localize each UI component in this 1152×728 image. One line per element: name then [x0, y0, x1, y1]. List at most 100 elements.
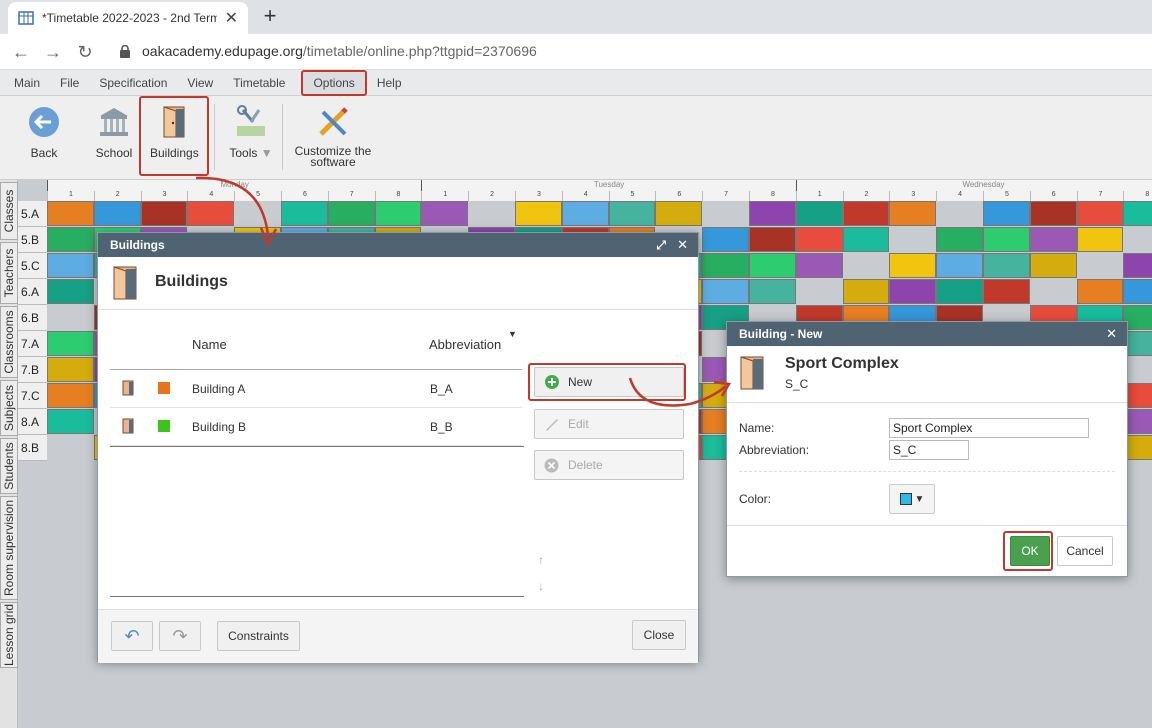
color-picker[interactable]: ▼	[889, 484, 935, 514]
lesson-cell[interactable]	[936, 253, 983, 278]
lesson-cell[interactable]	[983, 253, 1030, 278]
sidetab-students[interactable]: Students	[0, 438, 18, 494]
lesson-cell[interactable]	[889, 201, 937, 226]
lesson-cell[interactable]	[702, 279, 749, 304]
tools-button[interactable]: Tools ▼	[226, 100, 276, 160]
abbreviation-field[interactable]: S_C	[889, 440, 969, 460]
lesson-cell[interactable]	[702, 227, 749, 252]
sidetab-subjects[interactable]: Subjects	[0, 380, 18, 436]
redo-button[interactable]: ↷	[159, 621, 201, 651]
menu-main[interactable]: Main	[4, 70, 50, 96]
lesson-cell[interactable]	[983, 201, 1030, 226]
lesson-cell[interactable]	[561, 201, 609, 226]
close-icon[interactable]: ✕	[677, 233, 688, 257]
lesson-cell[interactable]	[47, 279, 94, 304]
table-row[interactable]: Building A B_A	[110, 370, 522, 408]
sort-arrow-icon[interactable]: ▼	[508, 329, 517, 339]
lesson-cell[interactable]	[1123, 253, 1152, 278]
lesson-cell[interactable]	[1029, 253, 1077, 278]
lesson-cell[interactable]	[842, 227, 890, 252]
edit-button[interactable]: Edit	[534, 409, 684, 439]
lesson-cell[interactable]	[47, 331, 94, 356]
lesson-cell[interactable]	[936, 227, 983, 252]
lesson-cell[interactable]	[47, 409, 94, 434]
lesson-cell[interactable]	[1123, 201, 1152, 226]
back-button[interactable]: Back	[24, 100, 64, 160]
lesson-cell[interactable]	[327, 201, 375, 226]
lesson-cell[interactable]	[889, 253, 937, 278]
lesson-cell[interactable]	[749, 279, 796, 304]
lesson-cell[interactable]	[936, 279, 983, 304]
lesson-cell[interactable]	[702, 253, 749, 278]
lesson-cell[interactable]	[47, 253, 94, 278]
lesson-cell[interactable]	[983, 279, 1030, 304]
back-arrow-icon[interactable]: ←	[10, 42, 32, 62]
delete-button[interactable]: Delete	[534, 450, 684, 480]
lock-icon[interactable]	[120, 45, 130, 58]
lesson-cell[interactable]	[795, 253, 843, 278]
menu-options[interactable]: Options	[301, 69, 367, 96]
col-abbr-header[interactable]: Abbreviation	[429, 337, 501, 352]
lesson-cell[interactable]	[374, 201, 422, 226]
lesson-cell[interactable]	[983, 227, 1030, 252]
undo-button[interactable]: ↶	[111, 621, 153, 651]
customize-button[interactable]: Customize the software	[292, 100, 374, 168]
period-header: 3	[889, 191, 937, 201]
browser-tab[interactable]: *Timetable 2022-2023 - 2nd Term ✕	[8, 2, 248, 34]
menu-help[interactable]: Help	[367, 70, 412, 96]
lesson-cell[interactable]	[889, 279, 937, 304]
constraints-button[interactable]: Constraints	[217, 621, 300, 651]
menu-timetable[interactable]: Timetable	[223, 70, 295, 96]
lesson-cell[interactable]	[47, 227, 94, 252]
lesson-cell[interactable]	[795, 227, 843, 252]
lesson-cell[interactable]	[842, 201, 890, 226]
close-tab-icon[interactable]: ✕	[225, 8, 238, 28]
lesson-cell[interactable]	[515, 201, 562, 226]
school-button[interactable]: School	[94, 100, 134, 160]
new-tab-icon[interactable]: +	[258, 4, 282, 28]
close-icon[interactable]: ✕	[1106, 322, 1117, 346]
name-field[interactable]: Sport Complex	[889, 418, 1089, 438]
lesson-cell[interactable]	[93, 201, 141, 226]
table-row[interactable]: Building B B_B	[110, 408, 522, 446]
lesson-cell[interactable]	[281, 201, 328, 226]
move-down-icon[interactable]: ↓	[538, 579, 544, 593]
lesson-cell[interactable]	[1076, 201, 1124, 226]
lesson-cell[interactable]	[140, 201, 188, 226]
forward-arrow-icon[interactable]: →	[42, 42, 64, 62]
lesson-cell[interactable]	[608, 201, 656, 226]
maximize-icon[interactable]: ⤢	[656, 233, 666, 257]
lesson-cell[interactable]	[47, 383, 94, 408]
lesson-cell[interactable]	[1076, 227, 1124, 252]
lesson-cell[interactable]	[1029, 201, 1077, 226]
lesson-cell[interactable]	[1029, 227, 1077, 252]
lesson-cell[interactable]	[749, 253, 796, 278]
lesson-cell[interactable]	[655, 201, 703, 226]
lesson-cell[interactable]	[1123, 279, 1152, 304]
period-header: 7	[1076, 191, 1124, 201]
sidetab-teachers[interactable]: Teachers	[0, 242, 18, 304]
reload-icon[interactable]: ↻	[74, 42, 96, 62]
ok-button-highlight	[1003, 531, 1053, 571]
lesson-cell[interactable]	[47, 357, 94, 382]
lesson-cell[interactable]	[795, 201, 843, 226]
lesson-cell[interactable]	[749, 201, 796, 226]
col-name-header[interactable]: Name	[192, 337, 227, 352]
url-field[interactable]: oakacademy.edupage.org/timetable/online.…	[142, 43, 537, 59]
sidetab-classrooms[interactable]: Classrooms	[0, 306, 18, 378]
lesson-cell[interactable]	[47, 201, 94, 226]
close-button[interactable]: Close	[632, 620, 686, 650]
lesson-cell[interactable]	[1076, 279, 1124, 304]
sidetab-lesson-grid[interactable]: Lesson grid	[0, 602, 18, 668]
menu-specification[interactable]: Specification	[89, 70, 177, 96]
lesson-cell[interactable]	[187, 201, 235, 226]
sidetab-classes[interactable]: Classes	[0, 182, 18, 240]
lesson-cell[interactable]	[749, 227, 796, 252]
move-up-icon[interactable]: ↑	[538, 553, 544, 567]
menu-view[interactable]: View	[177, 70, 223, 96]
menu-file[interactable]: File	[50, 70, 89, 96]
lesson-cell[interactable]	[842, 279, 890, 304]
cancel-button[interactable]: Cancel	[1057, 536, 1113, 566]
sidetab-room-supervision[interactable]: Room supervision	[0, 496, 18, 600]
lesson-cell[interactable]	[421, 201, 469, 226]
